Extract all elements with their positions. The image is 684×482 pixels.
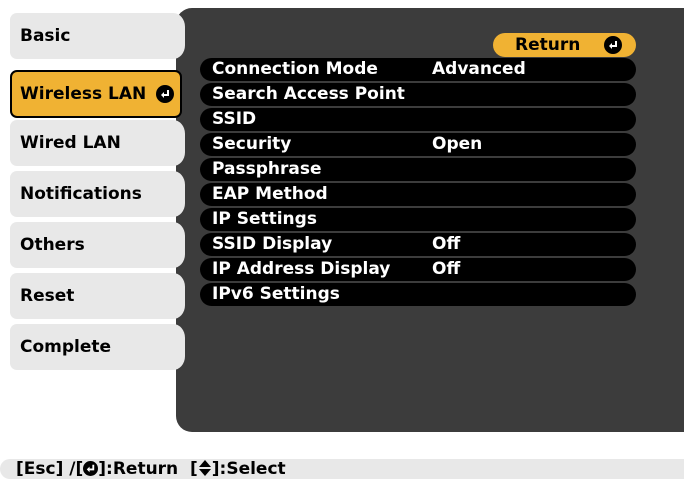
tab-notch xyxy=(173,171,185,217)
sidebar-item-label: Others xyxy=(20,235,85,255)
status-text: ]:Select xyxy=(211,459,286,479)
menu-item-ssid[interactable]: SSID xyxy=(200,108,636,131)
menu-item-ip-settings[interactable]: IP Settings xyxy=(200,208,636,231)
sidebar-item-basic[interactable]: Basic xyxy=(10,13,173,59)
sidebar-item-wired-lan[interactable]: Wired LAN xyxy=(10,120,173,166)
menu-item-label: IP Address Display xyxy=(212,259,391,279)
tab-notch xyxy=(173,222,185,268)
menu-item-value: Advanced xyxy=(432,59,526,79)
menu-item-ip-address-display[interactable]: IP Address Display Off xyxy=(200,258,636,281)
menu-item-label: IPv6 Settings xyxy=(212,284,340,304)
sidebar-item-others[interactable]: Others xyxy=(10,222,173,268)
menu-item-value: Off xyxy=(432,234,461,254)
menu-item-ipv6-settings[interactable]: IPv6 Settings xyxy=(200,283,636,306)
sidebar-item-label: Reset xyxy=(20,286,75,306)
menu-item-value: Open xyxy=(432,134,483,154)
sidebar-item-notifications[interactable]: Notifications xyxy=(10,171,173,217)
tab-notch xyxy=(173,13,185,59)
menu-item-passphrase[interactable]: Passphrase xyxy=(200,158,636,181)
menu-item-value: Off xyxy=(432,259,461,279)
sidebar-item-label: Basic xyxy=(20,26,71,46)
menu-item-label: Connection Mode xyxy=(212,59,378,79)
menu-item-search-access-point[interactable]: Search Access Point xyxy=(200,83,636,106)
return-button[interactable]: Return xyxy=(493,33,636,57)
menu-item-eap-method[interactable]: EAP Method xyxy=(200,183,636,206)
status-text: ]:Return [ xyxy=(98,459,198,479)
menu-item-label: SSID xyxy=(212,109,257,129)
menu-item-label: Search Access Point xyxy=(212,84,405,104)
sidebar-item-label: Wireless LAN xyxy=(20,84,147,104)
sidebar-item-complete[interactable]: Complete xyxy=(10,324,173,370)
sidebar-item-label: Notifications xyxy=(20,184,142,204)
menu-item-label: Passphrase xyxy=(212,159,322,179)
enter-icon xyxy=(83,461,99,476)
menu-item-ssid-display[interactable]: SSID Display Off xyxy=(200,233,636,256)
sidebar-item-label: Wired LAN xyxy=(20,133,121,153)
tab-notch xyxy=(173,273,185,319)
status-text: [Esc] /[ xyxy=(16,459,84,479)
menu-item-label: EAP Method xyxy=(212,184,328,204)
menu-item-security[interactable]: Security Open xyxy=(200,133,636,156)
status-bar: [Esc] /[ ]:Return [ ]:Select xyxy=(0,459,684,479)
menu-item-connection-mode[interactable]: Connection Mode Advanced xyxy=(200,58,636,81)
return-label: Return xyxy=(515,35,581,55)
menu-item-label: IP Settings xyxy=(212,209,317,229)
enter-icon xyxy=(604,36,622,54)
up-down-arrow-icon xyxy=(198,460,212,481)
sidebar-item-wireless-lan[interactable]: Wireless LAN xyxy=(10,70,182,118)
sidebar-item-reset[interactable]: Reset xyxy=(10,273,173,319)
sidebar-item-label: Complete xyxy=(20,337,112,357)
enter-icon xyxy=(156,85,174,103)
tab-notch xyxy=(173,324,185,370)
menu-item-label: SSID Display xyxy=(212,234,333,254)
menu-item-label: Security xyxy=(212,134,292,154)
tab-notch xyxy=(173,120,185,166)
